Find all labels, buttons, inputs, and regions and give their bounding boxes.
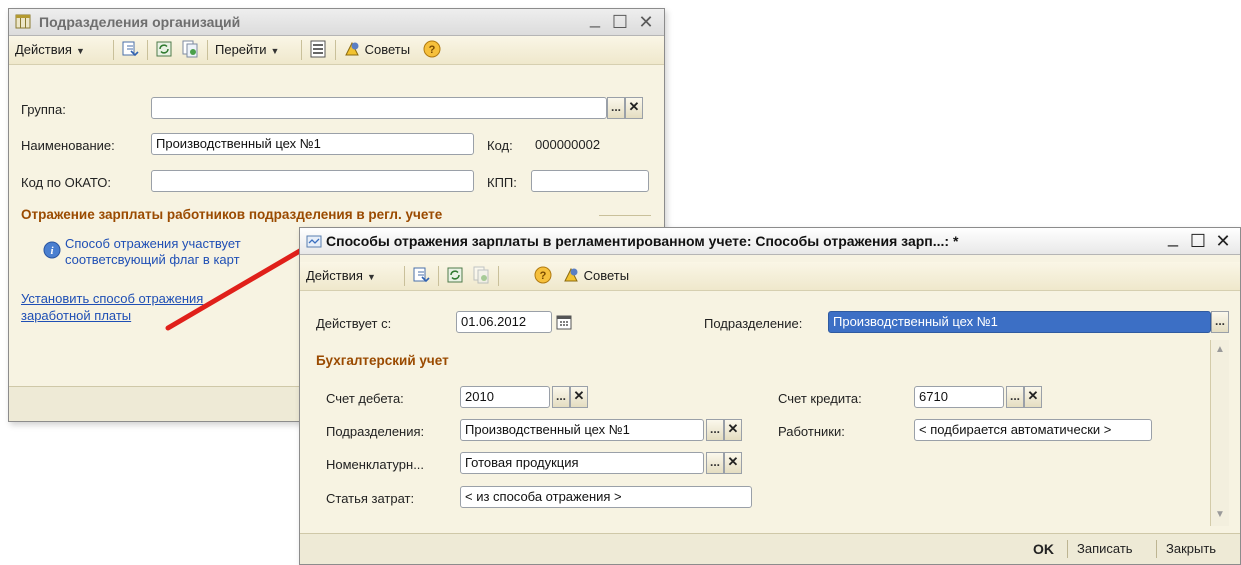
valid-from-label: Действует с: xyxy=(316,316,392,331)
toolbar: Действия ▼ ? Советы xyxy=(300,262,1240,291)
save-button[interactable]: Записать xyxy=(1077,541,1133,556)
help-icon[interactable]: ? xyxy=(534,266,552,284)
scroll-down-icon[interactable]: ▼ xyxy=(1211,509,1229,520)
credit-select-button[interactable]: ... xyxy=(1006,386,1024,408)
credit-label: Счет кредита: xyxy=(778,391,862,406)
svg-text:?: ? xyxy=(540,270,547,282)
actions-label: Действия xyxy=(306,268,363,283)
cost-item-field[interactable]: < из способа отражения > xyxy=(460,486,752,508)
nomenclature-field[interactable]: Готовая продукция xyxy=(460,452,704,474)
ok-button[interactable]: OK xyxy=(1033,541,1054,557)
nomenclature-label: Номенклатурн... xyxy=(326,457,425,472)
toolbar-separator xyxy=(404,266,405,286)
minimize-icon[interactable]: _ xyxy=(1162,226,1184,248)
calendar-icon[interactable] xyxy=(556,314,572,330)
section-title: Бухгалтерский учет xyxy=(316,353,449,368)
window-title: Способы отражения зарплаты в регламентир… xyxy=(326,233,959,249)
departments-clear-button[interactable]: ✕ xyxy=(724,419,742,441)
salary-methods-window: Способы отражения зарплаты в регламентир… xyxy=(299,227,1241,565)
toolbar-separator xyxy=(498,266,499,286)
actions-menu[interactable]: Действия ▼ xyxy=(306,266,376,286)
tips-label: Советы xyxy=(583,268,630,283)
form-icon xyxy=(306,235,322,248)
cost-item-label: Статья затрат: xyxy=(326,491,415,506)
button-separator xyxy=(1156,540,1157,558)
department-field[interactable]: Производственный цех №1 xyxy=(828,311,1211,333)
copy-icon xyxy=(473,266,489,284)
debit-label: Счет дебета: xyxy=(326,391,404,406)
toolbar-separator xyxy=(438,266,439,286)
window-titlebar[interactable]: Способы отражения зарплаты в регламентир… xyxy=(300,226,1240,255)
employees-label: Работники: xyxy=(778,424,845,439)
nomenclature-clear-button[interactable]: ✕ xyxy=(724,452,742,474)
tips-button[interactable]: Советы xyxy=(562,266,629,286)
department-select-button[interactable]: ... xyxy=(1211,311,1229,333)
nomenclature-select-button[interactable]: ... xyxy=(706,452,724,474)
move-down-icon[interactable] xyxy=(412,266,430,284)
tips-icon xyxy=(564,267,578,282)
credit-clear-button[interactable]: ✕ xyxy=(1024,386,1042,408)
debit-select-button[interactable]: ... xyxy=(552,386,570,408)
debit-field[interactable]: 2010 xyxy=(460,386,550,408)
credit-field[interactable]: 6710 xyxy=(914,386,1004,408)
departments-select-button[interactable]: ... xyxy=(706,419,724,441)
department-label: Подразделение: xyxy=(704,316,803,331)
button-separator xyxy=(1067,540,1068,558)
employees-field[interactable]: < подбирается автоматически > xyxy=(914,419,1152,441)
scrollbar[interactable]: ▲ ▼ xyxy=(1210,340,1229,526)
departments-field[interactable]: Производственный цех №1 xyxy=(460,419,704,441)
valid-from-field[interactable]: 01.06.2012 xyxy=(456,311,552,333)
close-icon[interactable]: ✕ xyxy=(1212,230,1234,252)
departments-label: Подразделения: xyxy=(326,424,425,439)
scroll-up-icon[interactable]: ▲ xyxy=(1211,344,1229,355)
dropdown-icon: ▼ xyxy=(366,272,376,282)
close-button[interactable]: Закрыть xyxy=(1166,541,1216,556)
maximize-icon[interactable]: ☐ xyxy=(1187,230,1209,252)
refresh-icon[interactable] xyxy=(446,266,464,284)
debit-clear-button[interactable]: ✕ xyxy=(570,386,588,408)
bottom-bar: OK Записать Закрыть xyxy=(300,533,1240,564)
